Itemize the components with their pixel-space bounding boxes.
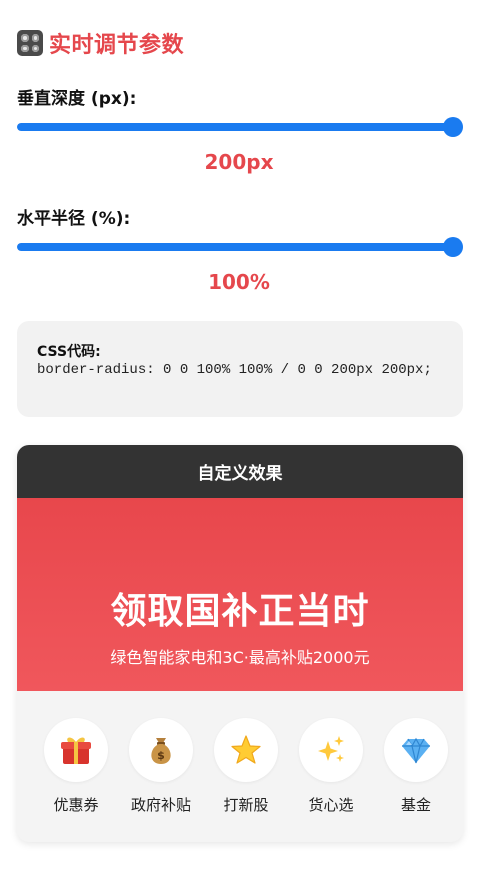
slider-track <box>17 123 463 131</box>
vertical-depth-slider[interactable] <box>17 116 463 138</box>
entry-coupon[interactable]: 优惠券 <box>36 718 116 815</box>
entry-curated[interactable]: 货心选 <box>291 718 371 815</box>
svg-text:$: $ <box>157 749 165 762</box>
gift-icon <box>61 737 91 764</box>
entry-curated-circle <box>299 718 363 782</box>
slider-thumb[interactable] <box>443 237 463 257</box>
horizontal-radius-value: 100% <box>208 270 270 294</box>
quick-entry-row: 优惠券 $ 政府补贴 打新股 货心选 基金 <box>17 718 463 818</box>
entry-gov-subsidy[interactable]: $ 政府补贴 <box>121 718 201 815</box>
slider-thumb[interactable] <box>443 117 463 137</box>
entry-label: 货心选 <box>308 796 354 814</box>
entry-label: 基金 <box>400 796 431 814</box>
preview-card-header: 自定义效果 <box>17 445 463 498</box>
css-code-text: border-radius: 0 0 100% 100% / 0 0 200px… <box>37 362 432 378</box>
vertical-depth-label: 垂直深度 (px): <box>17 89 137 109</box>
vertical-depth-value: 200px <box>204 150 274 174</box>
star-icon <box>231 735 261 764</box>
slider-track <box>17 243 463 251</box>
entry-fund[interactable]: 基金 <box>376 718 456 815</box>
entry-new-stock-circle <box>214 718 278 782</box>
entry-gov-subsidy-circle: $ <box>129 718 193 782</box>
entry-label: 政府补贴 <box>130 796 191 814</box>
page-title: 实时调节参数 <box>49 33 185 58</box>
css-code-label: CSS代码: <box>37 344 101 360</box>
entry-label: 打新股 <box>223 796 269 814</box>
entry-label: 优惠券 <box>53 796 99 814</box>
sparkles-icon <box>318 736 344 762</box>
horizontal-radius-slider[interactable] <box>17 236 463 258</box>
banner-subline: 绿色智能家电和3C·最高补贴2000元 <box>110 648 370 667</box>
money-bag-icon: $ <box>151 738 171 764</box>
horizontal-radius-label: 水平半径 (%): <box>17 209 131 229</box>
css-code-box: CSS代码: border-radius: 0 0 100% 100% / 0 … <box>17 321 463 417</box>
promo-banner: 领取国补正当时 绿色智能家电和3C·最高补贴2000元 <box>17 498 463 691</box>
page: 实时调节参数 垂直深度 (px): 200px 水平半径 (%): 100% C… <box>0 0 478 876</box>
preview-card: 自定义效果 领取国补正当时 绿色智能家电和3C·最高补贴2000元 优惠券 $ … <box>17 445 463 842</box>
entry-new-stock[interactable]: 打新股 <box>206 718 286 815</box>
entry-fund-circle <box>384 718 448 782</box>
page-heading: 实时调节参数 <box>17 28 184 58</box>
control-knobs-icon <box>17 30 43 56</box>
entry-coupon-circle <box>44 718 108 782</box>
slider-fill <box>17 243 453 251</box>
banner-headline: 领取国补正当时 <box>110 591 370 632</box>
gem-icon <box>402 737 430 764</box>
slider-fill <box>17 123 453 131</box>
